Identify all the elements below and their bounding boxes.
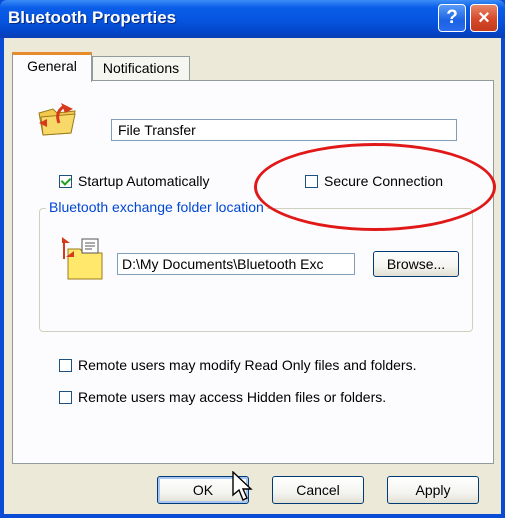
highlight-ellipse xyxy=(254,143,496,231)
startup-automatically-checkbox[interactable]: Startup Automatically xyxy=(59,173,210,189)
tab-general[interactable]: General xyxy=(12,52,92,82)
service-name-field[interactable]: File Transfer xyxy=(111,119,457,141)
help-icon: ? xyxy=(446,7,458,28)
cancel-button[interactable]: Cancel xyxy=(272,476,364,504)
title-bar[interactable]: Bluetooth Properties ? × xyxy=(0,0,505,38)
general-tab-panel: File Transfer Startup Automatically Secu… xyxy=(12,80,494,464)
readonly-files-checkbox[interactable]: Remote users may modify Read Only files … xyxy=(59,357,416,373)
close-icon: × xyxy=(478,6,490,29)
browse-button[interactable]: Browse... xyxy=(373,251,459,277)
apply-button[interactable]: Apply xyxy=(387,476,479,504)
hidden-checkbox-box[interactable] xyxy=(59,390,72,404)
exchange-folder-group-label: Bluetooth exchange folder location xyxy=(46,199,267,215)
readonly-checkbox-box[interactable] xyxy=(59,358,72,372)
startup-checkbox-label: Startup Automatically xyxy=(78,173,210,189)
hidden-files-checkbox[interactable]: Remote users may access Hidden files or … xyxy=(59,389,386,405)
file-transfer-icon xyxy=(38,103,76,136)
window-title: Bluetooth Properties xyxy=(8,8,177,27)
help-button[interactable]: ? xyxy=(438,4,466,32)
tab-notifications[interactable]: Notifications xyxy=(92,56,190,80)
close-button[interactable]: × xyxy=(470,4,498,32)
startup-checkbox-box[interactable] xyxy=(59,174,72,188)
hidden-checkbox-label: Remote users may access Hidden files or … xyxy=(78,389,387,405)
readonly-checkbox-label: Remote users may modify Read Only files … xyxy=(78,357,417,373)
folder-path-field[interactable]: D:\My Documents\Bluetooth Exc xyxy=(117,253,355,275)
mouse-pointer-icon xyxy=(232,471,253,501)
bluetooth-properties-window: Bluetooth Properties ? × General Notific… xyxy=(0,0,505,518)
dialog-body: General Notifications File Transfer Star… xyxy=(4,38,501,514)
bluetooth-folder-icon xyxy=(62,237,103,280)
